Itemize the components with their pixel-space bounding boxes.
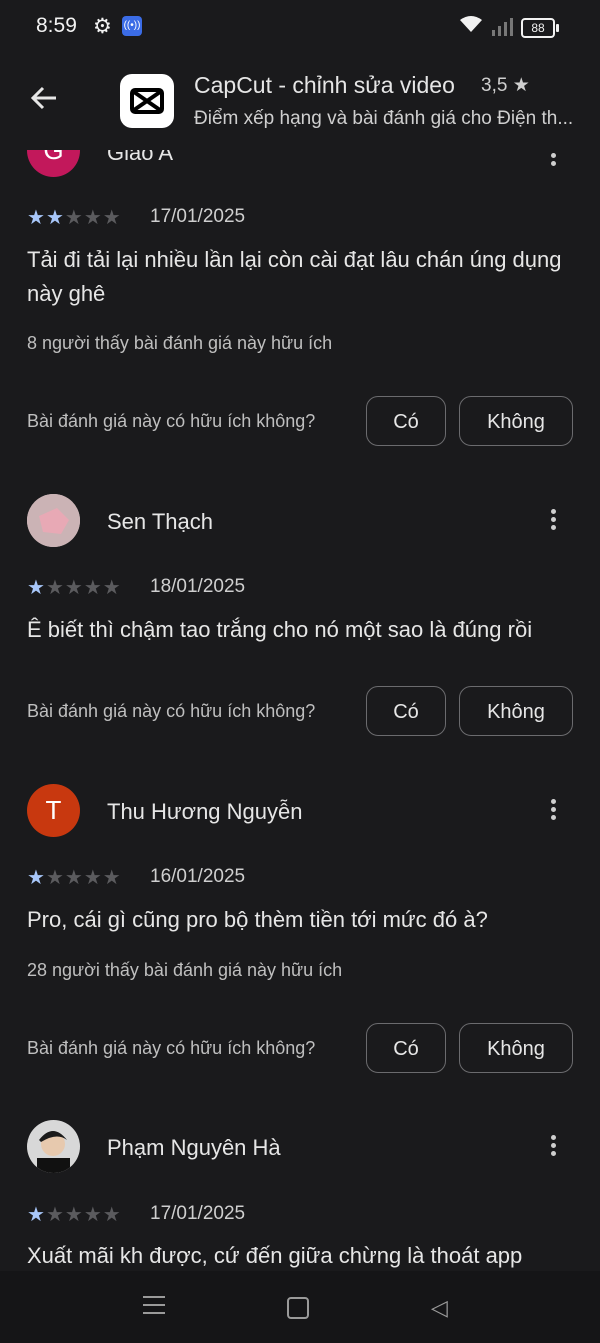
yes-button[interactable]: Có — [366, 1023, 446, 1073]
reviewer-name: Phạm Nguyên Hà — [107, 1135, 281, 1160]
review-text: Ê biết thì chậm tao trắng cho nó một sao… — [27, 617, 533, 642]
nav-back-icon[interactable]: ◁ — [431, 1295, 448, 1321]
yes-button[interactable]: Có — [366, 396, 446, 446]
app-header: CapCut - chỉnh sửa video 3,5 ★ Điểm xếp … — [0, 52, 600, 150]
helpful-question: Bài đánh giá này có hữu ích không? — [27, 701, 316, 721]
status-bar: 8:59 ⚙ ((•)) 88 — [0, 0, 600, 52]
review-text: Xuất mãi kh được, cứ đến giữa chừng là t… — [27, 1243, 523, 1268]
helpful-question: Bài đánh giá này có hữu ích không? — [27, 1038, 316, 1058]
review-date: 17/01/2025 — [150, 206, 246, 227]
more-options-icon[interactable] — [541, 1132, 565, 1162]
review-text: Pro, cái gì cũng pro bộ thèm tiền tới mứ… — [27, 907, 488, 932]
battery-icon: 88 — [521, 18, 559, 38]
capcut-app-icon — [120, 74, 174, 128]
rating-value: 3,5 — [481, 75, 508, 96]
status-time: 8:59 — [36, 14, 77, 37]
helpful-question: Bài đánh giá này có hữu ích không? — [27, 411, 316, 431]
no-button[interactable]: Không — [459, 686, 573, 736]
app-rating: 3,5 ★ — [481, 74, 530, 97]
signal-icon — [490, 18, 514, 36]
home-icon[interactable] — [287, 1297, 309, 1319]
system-nav-bar: ◁ — [0, 1271, 600, 1343]
review-date: 16/01/2025 — [150, 866, 246, 887]
helpful-count: 28 người thấy bài đánh giá này hữu ích — [27, 960, 343, 980]
star-rating: ★★★★★ — [27, 1204, 121, 1226]
yes-button[interactable]: Có — [366, 686, 446, 736]
avatar: T — [27, 784, 80, 837]
no-button[interactable]: Không — [459, 396, 573, 446]
broadcast-icon: ((•)) — [122, 16, 142, 36]
star-icon: ★ — [512, 75, 530, 96]
app-title: CapCut - chỉnh sửa video — [194, 72, 455, 98]
review-date: 17/01/2025 — [150, 1203, 246, 1224]
wifi-icon — [458, 14, 484, 39]
app-subtitle: Điểm xếp hạng và bài đánh giá cho Điện t… — [194, 108, 574, 129]
no-button[interactable]: Không — [459, 1023, 573, 1073]
review-text: Tải đi tải lại nhiều lần lại còn cài đạt… — [27, 247, 562, 306]
star-rating: ★★★★★ — [27, 577, 121, 599]
reviewer-name: Sen Thạch — [107, 509, 214, 534]
avatar — [27, 1120, 80, 1173]
review-date: 18/01/2025 — [150, 576, 246, 597]
star-rating: ★★★★★ — [27, 867, 121, 889]
recent-apps-icon[interactable] — [143, 1296, 165, 1320]
avatar — [27, 494, 80, 547]
more-options-icon[interactable] — [541, 796, 565, 826]
star-rating: ★★★★★ — [27, 207, 121, 229]
more-options-icon[interactable] — [541, 506, 565, 536]
arrow-left-icon[interactable] — [28, 82, 68, 122]
helpful-count: 8 người thấy bài đánh giá này hữu ích — [27, 333, 333, 353]
reviewer-name: Thu Hương Nguyễn — [107, 799, 303, 824]
settings-gear-icon: ⚙ — [93, 15, 112, 38]
